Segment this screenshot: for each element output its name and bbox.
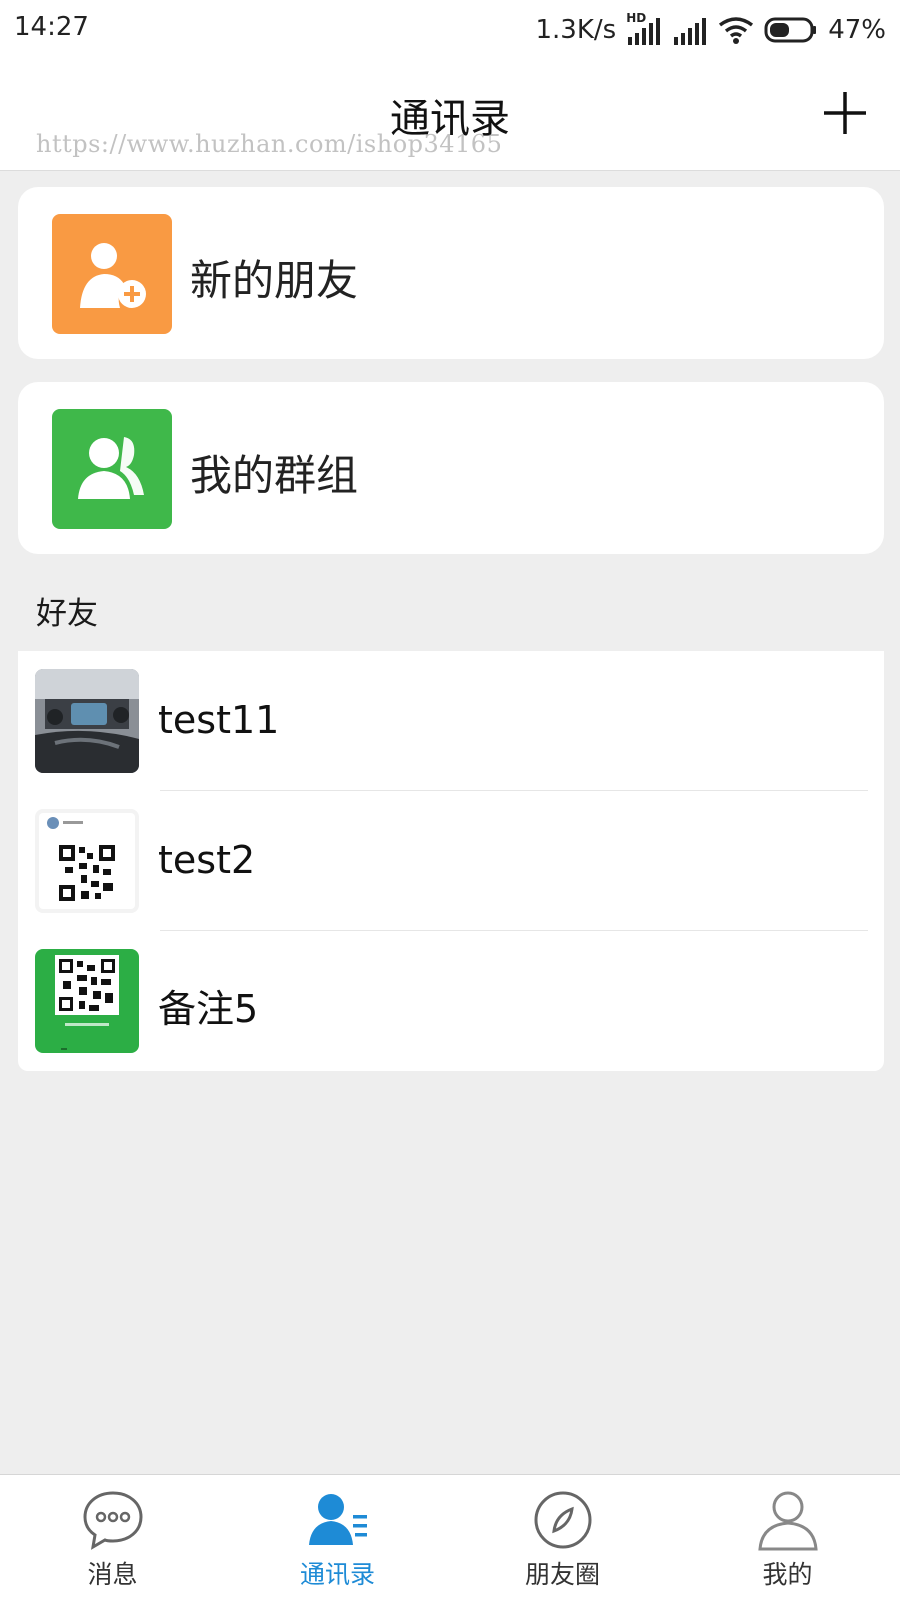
tab-me[interactable]: 我的: [675, 1475, 900, 1601]
friends-section-title: 好友: [36, 596, 98, 632]
add-button[interactable]: [820, 88, 870, 138]
new-friends-label: 新的朋友: [190, 256, 359, 305]
plus-icon: [824, 92, 866, 134]
status-bar: 14:27 1.3K/s HD 47%: [0, 0, 900, 60]
network-speed: 1.3K/s: [535, 15, 617, 45]
compass-icon: [534, 1491, 592, 1549]
tab-label: 通讯录: [299, 1560, 375, 1589]
nav-bar: 通讯录 https://www.huzhan.com/ishop34165: [0, 60, 900, 171]
hd-label: HD: [626, 11, 647, 25]
tab-label: 朋友圈: [524, 1560, 600, 1589]
battery-percent: 47%: [828, 15, 886, 45]
avatar: [35, 669, 139, 773]
list-item[interactable]: 备注5: [18, 931, 884, 1071]
wifi-icon: [718, 15, 754, 45]
friend-name: test2: [158, 838, 256, 882]
friend-name: 备注5: [158, 987, 259, 1031]
friend-list: test11 test2 备注5: [18, 651, 884, 1071]
tab-label: 我的: [762, 1560, 813, 1589]
new-friends-card[interactable]: 新的朋友: [18, 187, 884, 359]
tab-messages[interactable]: 消息: [0, 1475, 225, 1601]
status-indicators: 1.3K/s HD 47%: [535, 10, 886, 50]
tab-contacts[interactable]: 通讯录: [225, 1475, 450, 1601]
hd-signal-icon: HD: [626, 11, 662, 45]
add-friend-icon: [52, 214, 172, 334]
list-item[interactable]: test2: [18, 791, 884, 931]
avatar: [35, 949, 139, 1053]
watermark-text: https://www.huzhan.com/ishop34165: [36, 130, 503, 158]
tab-label: 消息: [87, 1560, 138, 1589]
person-icon: [758, 1491, 818, 1551]
avatar: [35, 809, 139, 913]
group-icon: [52, 409, 172, 529]
contacts-icon: [309, 1494, 367, 1545]
tab-bar: 消息 通讯录 朋友圈 我的: [0, 1474, 900, 1601]
tab-moments[interactable]: 朋友圈: [450, 1475, 675, 1601]
signal-icon: [672, 15, 708, 45]
friend-name: test11: [158, 698, 280, 742]
list-item[interactable]: test11: [18, 651, 884, 791]
status-time: 14:27: [14, 12, 89, 42]
chat-bubble-icon: [83, 1491, 143, 1550]
my-groups-card[interactable]: 我的群组: [18, 382, 884, 554]
battery-icon: [764, 17, 818, 43]
my-groups-label: 我的群组: [190, 451, 359, 500]
